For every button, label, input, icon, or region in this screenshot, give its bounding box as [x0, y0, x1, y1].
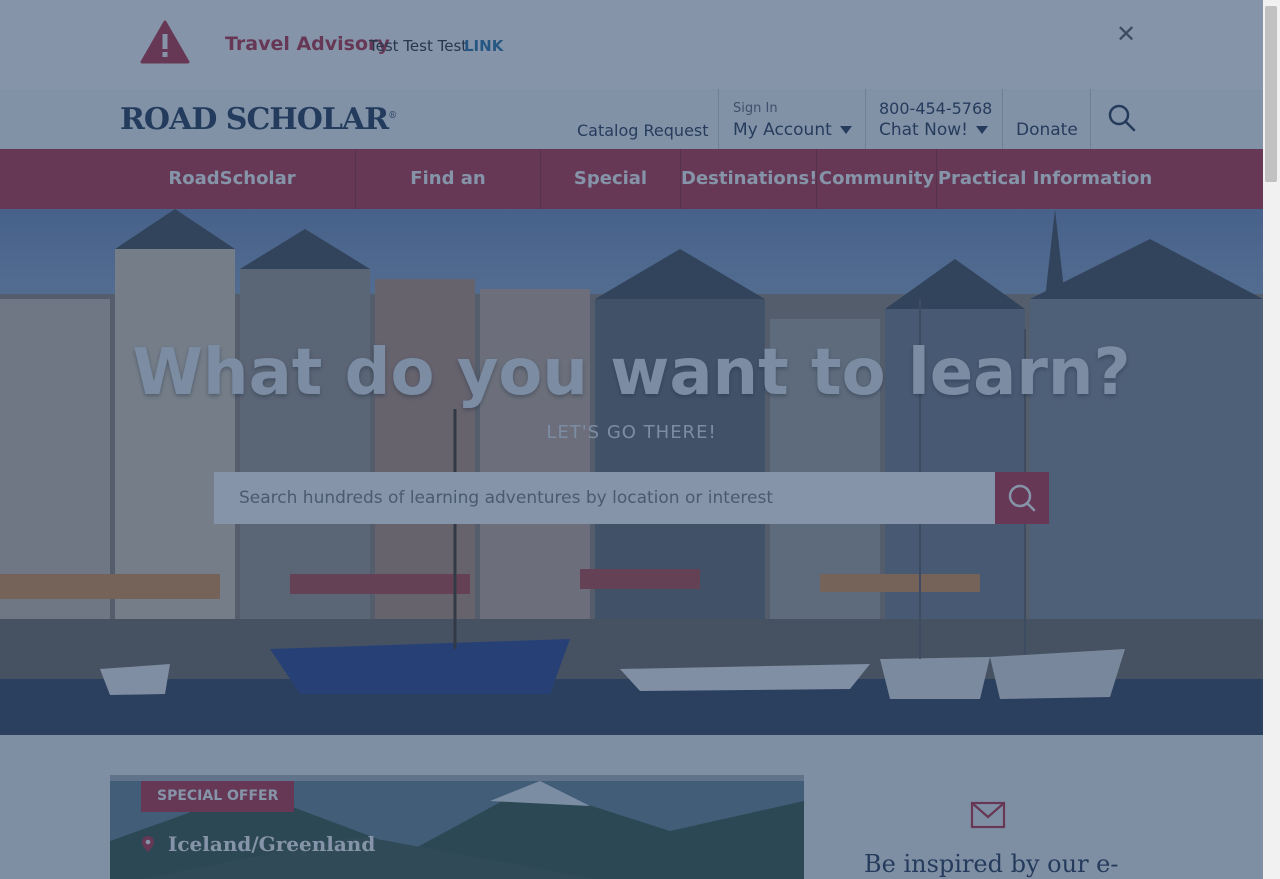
advisory-text: Test Test Test — [369, 37, 468, 55]
advisory-link[interactable]: LINK — [464, 37, 503, 55]
my-account-label: My Account — [733, 120, 832, 140]
nav-item-roadscholar-experience[interactable]: RoadScholar Experience — [118, 149, 346, 249]
advisory-title: Travel Advisory — [225, 33, 390, 55]
sign-in-label[interactable]: Sign In — [733, 101, 778, 116]
phone-number[interactable]: 800-454-5768 — [879, 99, 992, 118]
search-icon — [1008, 484, 1036, 512]
header-divider — [1090, 89, 1091, 149]
hero-subtitle: LET'S GO THERE! — [546, 422, 717, 443]
nav-item-special-offers[interactable]: Special Offers — [541, 149, 680, 249]
chevron-down-icon — [975, 126, 988, 134]
warning-icon — [140, 20, 190, 64]
chat-now-label: Chat Now! — [879, 120, 968, 140]
logo-text: ROAD SCHOLAR — [120, 102, 389, 137]
page: Travel Advisory Test Test Test LINK ✕ RO… — [0, 0, 1263, 879]
newsletter-heading: Be inspired by our e- — [864, 850, 1119, 878]
header-divider — [865, 89, 866, 149]
search-input[interactable] — [214, 472, 995, 524]
site-logo[interactable]: ROAD SCHOLAR® — [120, 102, 397, 137]
close-icon[interactable]: ✕ — [1116, 23, 1136, 47]
search-icon[interactable] — [1108, 104, 1136, 132]
scrollbar-thumb[interactable] — [1265, 6, 1277, 182]
location-pin-icon — [142, 836, 154, 852]
hero-title: What do you want to learn? — [132, 336, 1131, 410]
nav-item-community[interactable]: Community — [817, 149, 936, 209]
chat-now-dropdown[interactable]: Chat Now! — [879, 120, 988, 140]
envelope-icon — [970, 801, 1006, 829]
registered-mark: ® — [388, 111, 397, 121]
nav-item-find-an-adventure[interactable]: Find an Adventure — [356, 149, 540, 249]
chevron-down-icon — [839, 126, 852, 134]
nav-item-practical-information[interactable]: Practical Information — [937, 149, 1153, 209]
catalog-request-link[interactable]: Catalog Request — [577, 121, 709, 140]
nav-item-destinations[interactable]: Destinations! — [681, 149, 817, 209]
card-location: Iceland/Greenland — [168, 832, 376, 856]
header-divider — [1002, 89, 1003, 149]
donate-link[interactable]: Donate — [1016, 120, 1078, 140]
my-account-dropdown[interactable]: My Account — [733, 120, 852, 140]
header-divider — [718, 89, 719, 149]
special-offer-badge: SPECIAL OFFER — [141, 781, 295, 812]
search-button[interactable] — [995, 472, 1049, 524]
